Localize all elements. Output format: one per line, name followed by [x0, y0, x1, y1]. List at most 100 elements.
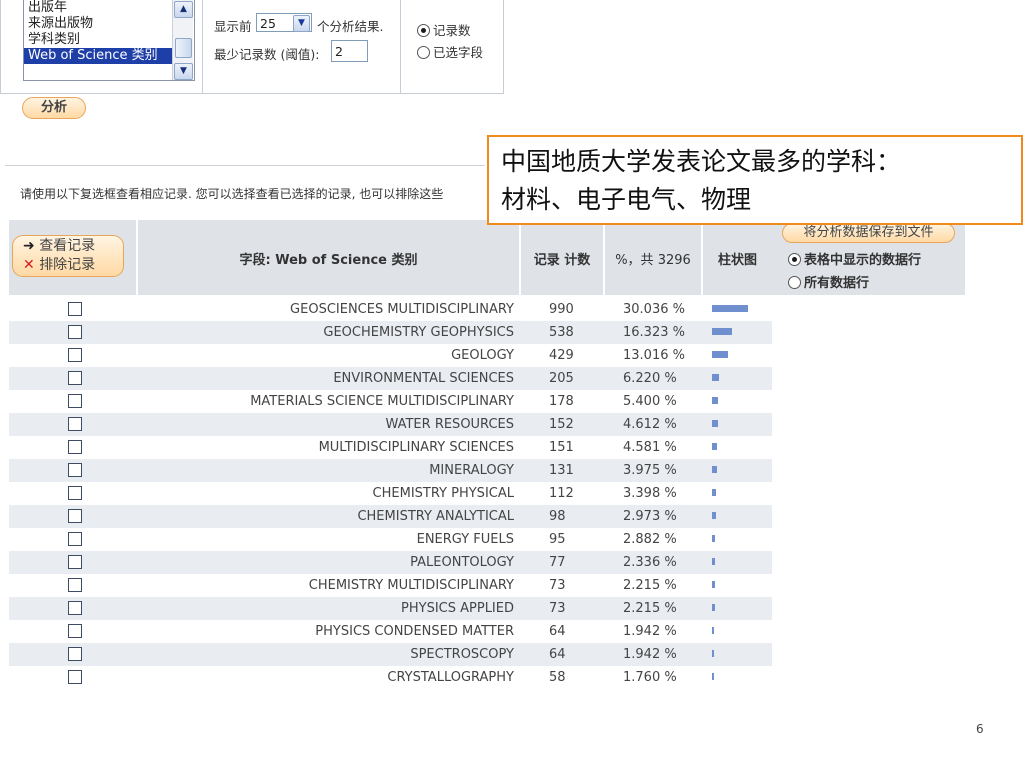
field-option-year[interactable]: 出版年 — [24, 0, 194, 16]
field-listbox[interactable]: 出版年 来源出版物 学科类别 Web of Science 类别 — [23, 0, 195, 81]
record-percent: 3.975 % — [623, 463, 677, 478]
histogram-bar — [712, 466, 717, 473]
category-name: PHYSICS APPLIED — [401, 601, 514, 616]
chevron-down-icon[interactable]: ▼ — [293, 15, 310, 32]
record-count: 95 — [549, 532, 566, 547]
category-name: GEOCHEMISTRY GEOPHYSICS — [323, 325, 514, 340]
histogram-bar — [712, 397, 718, 404]
row-checkbox[interactable] — [68, 624, 82, 638]
listbox-scrollbar[interactable]: ▲ ▼ — [172, 0, 193, 80]
histogram-bar — [712, 328, 732, 335]
table-row: CHEMISTRY PHYSICAL 112 3.398 % — [9, 482, 772, 505]
row-checkbox[interactable] — [68, 601, 82, 615]
category-name: ENERGY FUELS — [416, 532, 514, 547]
table-row: ENVIRONMENTAL SCIENCES 205 6.220 % — [9, 367, 772, 390]
table-row: GEOCHEMISTRY GEOPHYSICS 538 16.323 % — [9, 321, 772, 344]
table-row: MATERIALS SCIENCE MULTIDISCIPLINARY 178 5.… — [9, 390, 772, 413]
record-percent: 1.760 % — [623, 670, 677, 685]
show-top-value: 25 — [260, 16, 276, 31]
save-shown-rows-label: 表格中显示的数据行 — [804, 253, 922, 268]
percent-column-header: %，共 3296 — [615, 253, 691, 268]
row-checkbox[interactable] — [68, 509, 82, 523]
page-number: 6 — [976, 722, 984, 736]
row-checkbox[interactable] — [68, 463, 82, 477]
sort-by-records-radio[interactable]: 记录数 — [417, 20, 471, 39]
sort-by-records-label: 记录数 — [433, 23, 471, 38]
record-percent: 4.612 % — [623, 417, 677, 432]
category-name: GEOLOGY — [451, 348, 514, 363]
histogram-bar — [712, 489, 716, 496]
row-checkbox[interactable] — [68, 555, 82, 569]
table-row: MINERALOGY 131 3.975 % — [9, 459, 772, 482]
histogram-bar — [712, 650, 714, 657]
options-divider — [202, 0, 203, 93]
histogram-bar — [712, 305, 748, 312]
record-count: 73 — [549, 578, 566, 593]
record-percent: 2.882 % — [623, 532, 677, 547]
table-row: WATER RESOURCES 152 4.612 % — [9, 413, 772, 436]
close-icon: ✕ — [23, 257, 35, 273]
record-actions: ➜ 查看记录 ✕ 排除记录 — [12, 235, 124, 277]
table-row: CHEMISTRY MULTIDISCIPLINARY 73 2.215 % — [9, 574, 772, 597]
row-checkbox[interactable] — [68, 670, 82, 684]
scroll-down-icon[interactable]: ▼ — [174, 63, 193, 80]
row-checkbox[interactable] — [68, 325, 82, 339]
category-name: CRYSTALLOGRAPHY — [387, 670, 514, 685]
row-checkbox[interactable] — [68, 302, 82, 316]
row-checkbox[interactable] — [68, 394, 82, 408]
table-row: CRYSTALLOGRAPHY 58 1.760 % — [9, 666, 772, 689]
histogram-bar — [712, 558, 715, 565]
save-to-file-button[interactable]: 将分析数据保存到文件 — [782, 223, 955, 243]
radio-selected-icon — [788, 253, 801, 266]
field-option-source[interactable]: 来源出版物 — [24, 16, 194, 32]
row-checkbox[interactable] — [68, 647, 82, 661]
record-percent: 2.973 % — [623, 509, 677, 524]
section-divider — [5, 165, 485, 166]
row-checkbox[interactable] — [68, 440, 82, 454]
view-records-button[interactable]: ➜ 查看记录 — [23, 237, 123, 256]
record-count: 98 — [549, 509, 566, 524]
record-count: 77 — [549, 555, 566, 570]
callout-line-2: 材料、电子电气、物理 — [501, 185, 752, 214]
record-count: 429 — [549, 348, 574, 363]
table-row: CHEMISTRY ANALYTICAL 98 2.973 % — [9, 505, 772, 528]
row-checkbox[interactable] — [68, 486, 82, 500]
histogram-bar — [712, 512, 716, 519]
radio-empty-icon — [417, 46, 430, 59]
category-name: GEOSCIENCES MULTIDISCIPLINARY — [290, 302, 514, 317]
row-checkbox[interactable] — [68, 371, 82, 385]
sort-by-field-radio[interactable]: 已选字段 — [417, 42, 483, 61]
save-all-rows-radio[interactable]: 所有数据行 — [788, 272, 869, 291]
bar-column-header: 柱状图 — [717, 253, 757, 268]
record-percent: 4.581 % — [623, 440, 677, 455]
row-checkbox[interactable] — [68, 532, 82, 546]
category-name: PALEONTOLOGY — [410, 555, 514, 570]
field-option-subject[interactable]: 学科类别 — [24, 32, 194, 48]
row-checkbox[interactable] — [68, 417, 82, 431]
show-top-suffix: 个分析结果. — [317, 19, 384, 34]
histogram-bar — [712, 351, 728, 358]
row-checkbox[interactable] — [68, 578, 82, 592]
record-count: 64 — [549, 624, 566, 639]
exclude-records-button[interactable]: ✕ 排除记录 — [23, 256, 123, 275]
category-name: MINERALOGY — [429, 463, 514, 478]
view-records-label: 查看记录 — [39, 238, 96, 254]
scroll-thumb[interactable] — [175, 38, 192, 58]
instruction-text: 请使用以下复选框查看相应记录. 您可以选择查看已选择的记录, 也可以排除这些 — [20, 187, 444, 201]
table-row: GEOSCIENCES MULTIDISCIPLINARY 990 30.036 % — [9, 298, 772, 321]
min-records-input[interactable]: 2 — [331, 40, 368, 62]
category-name: CHEMISTRY ANALYTICAL — [357, 509, 514, 524]
row-checkbox[interactable] — [68, 348, 82, 362]
exclude-records-label: 排除记录 — [39, 257, 96, 273]
record-count: 990 — [549, 302, 574, 317]
count-column-header: 记录 计数 — [533, 253, 591, 268]
show-top-select[interactable]: 25 ▼ — [256, 13, 312, 32]
radio-selected-icon — [417, 24, 430, 37]
save-shown-rows-radio[interactable]: 表格中显示的数据行 — [788, 249, 921, 268]
analyze-button[interactable]: 分析 — [22, 97, 86, 119]
record-count: 131 — [549, 463, 574, 478]
field-option-wos-category[interactable]: Web of Science 类别 — [24, 48, 174, 64]
scroll-up-icon[interactable]: ▲ — [174, 1, 193, 18]
callout-line-1: 中国地质大学发表论文最多的学科： — [501, 147, 902, 176]
record-count: 112 — [549, 486, 574, 501]
